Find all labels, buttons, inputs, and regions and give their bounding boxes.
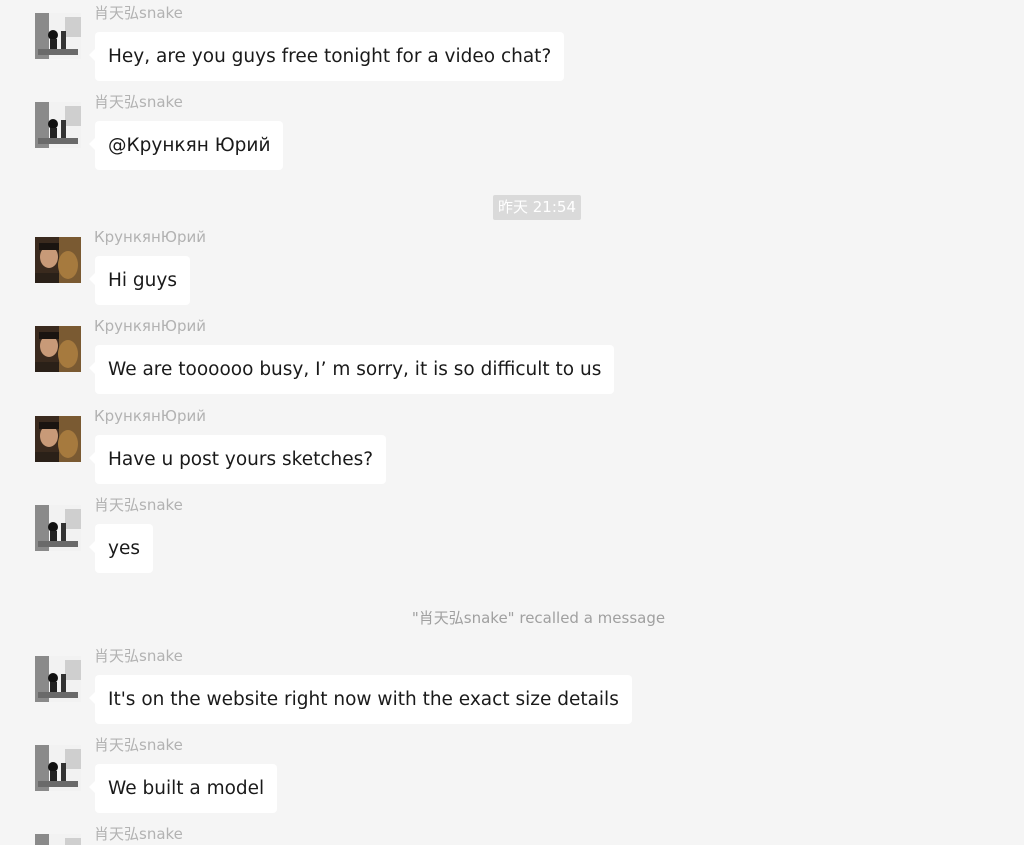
avatar[interactable] xyxy=(35,13,81,59)
message-row: 肖天弘snake We built a model xyxy=(35,736,1015,825)
sender-name: 肖天弘snake xyxy=(94,825,183,843)
avatar[interactable] xyxy=(35,745,81,791)
message-row: КрункянЮрий Hi guys xyxy=(35,228,1015,317)
avatar[interactable] xyxy=(35,237,81,283)
message-row: 肖天弘snake Hey, are you guys free tonight … xyxy=(35,4,1015,93)
sender-name: 肖天弘snake xyxy=(94,4,183,22)
sender-name: 肖天弘snake xyxy=(94,647,183,665)
sender-name: 肖天弘snake xyxy=(94,496,183,514)
chat-message-list[interactable]: 肖天弘snake Hey, are you guys free tonight … xyxy=(0,0,1024,845)
message-row: 肖天弘snake @Крункян Юрий xyxy=(35,93,1015,182)
message-row: КрункянЮрий Have u post yours sketches? xyxy=(35,407,1015,496)
message-bubble[interactable]: Hi guys xyxy=(89,256,190,305)
sender-name: КрункянЮрий xyxy=(94,317,206,335)
message-bubble[interactable]: Have u post yours sketches? xyxy=(88,435,387,484)
avatar[interactable] xyxy=(35,834,81,845)
message-row: 肖天弘snake yes xyxy=(35,496,1015,585)
avatar[interactable] xyxy=(35,505,81,551)
message-bubble[interactable]: Hey, are you guys free tonight for a vid… xyxy=(88,32,565,81)
avatar[interactable] xyxy=(35,656,81,702)
message-bubble[interactable]: @Крункян Юрий xyxy=(88,121,284,170)
sender-name: КрункянЮрий xyxy=(94,407,206,425)
message-bubble[interactable]: It's on the website right now with the e… xyxy=(89,675,632,724)
recalled-message-notice: "肖天弘snake" recalled a message xyxy=(411,609,666,627)
message-row: КрункянЮрий We are toooooo busy, I’ m so… xyxy=(35,317,1015,406)
sender-name: 肖天弘snake xyxy=(94,736,183,754)
message-row: 肖天弘snake It's on the website right now w… xyxy=(35,647,1015,736)
avatar[interactable] xyxy=(35,102,81,148)
timestamp-divider: 昨天 21:54 xyxy=(493,195,581,220)
message-bubble[interactable]: yes xyxy=(89,524,153,573)
sender-name: 肖天弘snake xyxy=(94,93,183,111)
message-bubble[interactable]: We are toooooo busy, I’ m sorry, it is s… xyxy=(88,345,615,394)
avatar[interactable] xyxy=(35,416,81,462)
avatar[interactable] xyxy=(35,326,81,372)
message-row: 肖天弘snake xyxy=(35,825,1015,845)
message-bubble[interactable]: We built a model xyxy=(88,764,278,813)
sender-name: КрункянЮрий xyxy=(94,228,206,246)
